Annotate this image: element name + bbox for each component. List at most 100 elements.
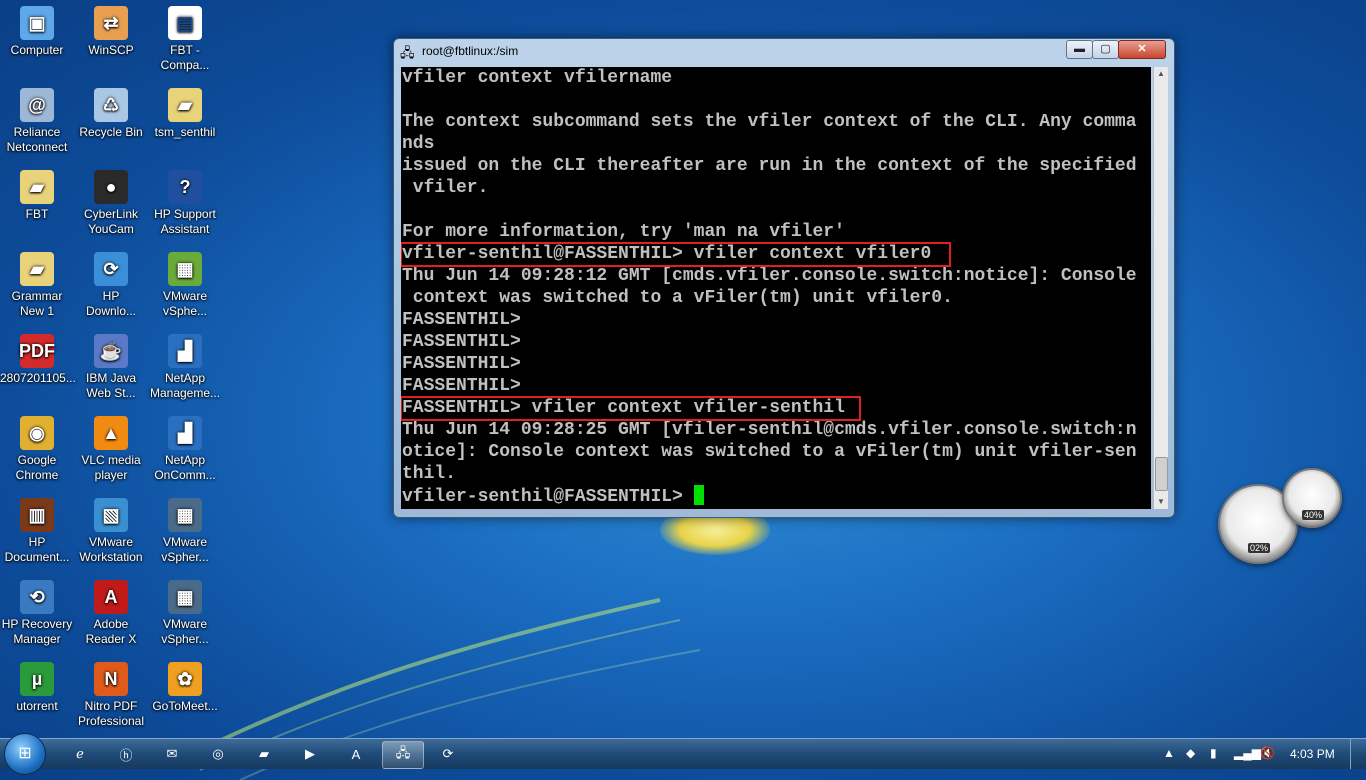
terminal-line: nds: [402, 134, 435, 154]
terminal-line: vfiler context vfilername: [402, 68, 673, 88]
desktop-icon[interactable]: N Nitro PDF Professional: [74, 662, 148, 729]
desktop-icon-glyph-icon: ▤: [168, 6, 202, 40]
terminal-line: Thu Jun 14 09:28:25 GMT [vfiler-senthil@…: [402, 420, 1137, 440]
terminal-line: Thu Jun 14 09:28:12 GMT [cmds.vfiler.con…: [402, 266, 1137, 286]
media-player-icon[interactable]: ▶: [290, 741, 330, 767]
clock[interactable]: 4:03 PM: [1290, 747, 1335, 761]
desktop-icon-glyph-icon: ◉: [20, 416, 54, 450]
desktop-icon[interactable]: ▟ NetApp Manageme...: [148, 334, 222, 401]
desktop-icon-glyph-icon: ▰: [20, 170, 54, 204]
desktop-icon-glyph-icon: A: [94, 580, 128, 614]
desktop-icon-label: NetApp OnComm...: [154, 453, 216, 482]
desktop-icon[interactable]: ● CyberLink YouCam: [74, 170, 148, 237]
desktop-icon[interactable]: ▦ VMware vSpher...: [148, 498, 222, 565]
desktop-icon-label: Google Chrome: [15, 453, 59, 482]
terminal-scrollbar[interactable]: ▲ ▼: [1153, 67, 1168, 509]
volume-muted-icon[interactable]: 🔇: [1260, 746, 1275, 760]
hp-icon[interactable]: ⓗ: [106, 741, 146, 767]
desktop-icon[interactable]: µ utorrent: [0, 662, 74, 714]
desktop-icon[interactable]: ♺ Recycle Bin: [74, 88, 148, 140]
desktop-icon[interactable]: ▣ Computer: [0, 6, 74, 58]
start-button[interactable]: ⊞: [4, 733, 46, 775]
scrollbar-thumb[interactable]: [1155, 457, 1168, 491]
terminal-line: issued on the CLI thereafter are run in …: [402, 156, 1137, 176]
window-title: root@fbtlinux:/sim: [422, 44, 519, 58]
media-icon[interactable]: ◎: [198, 741, 238, 767]
close-button[interactable]: ✕: [1118, 40, 1166, 59]
desktop-icon[interactable]: ☕ IBM Java Web St...: [74, 334, 148, 401]
desktop-icon[interactable]: @ Reliance Netconnect: [0, 88, 74, 155]
desktop-icon-glyph-icon: N: [94, 662, 128, 696]
desktop-icon-glyph-icon: ⇄: [94, 6, 128, 40]
desktop-icon-label: Computer: [10, 43, 64, 57]
desktop-icon-label: FBT - Compa...: [160, 43, 210, 72]
desktop-icon-glyph-icon: ▧: [94, 498, 128, 532]
signal-icon[interactable]: ▂▄▆: [1234, 746, 1261, 760]
device-tray-icon[interactable]: ▮: [1210, 746, 1217, 760]
desktop-icon-glyph-icon: ▦: [168, 580, 202, 614]
network-tray-icon[interactable]: ◆: [1186, 746, 1195, 760]
desktop-icon[interactable]: ▧ VMware Workstation: [74, 498, 148, 565]
memory-gauge: 40%: [1282, 468, 1342, 528]
desktop-icon-label: HP Document...: [4, 535, 70, 564]
desktop-icon-label: HP Downlo...: [85, 289, 137, 318]
putty-taskbar-icon[interactable]: 🖧: [382, 741, 424, 769]
terminal-line: The context subcommand sets the vfiler c…: [402, 112, 1137, 132]
desktop-icon[interactable]: PDF 2807201105...: [0, 334, 76, 386]
scroll-down-arrow-icon[interactable]: ▼: [1154, 495, 1168, 509]
desktop-icon[interactable]: ▥ HP Document...: [0, 498, 74, 565]
desktop-icon[interactable]: ▰ FBT: [0, 170, 74, 222]
desktop-icon[interactable]: ⇄ WinSCP: [74, 6, 148, 58]
terminal-output[interactable]: vfiler context vfilername The context su…: [401, 67, 1151, 509]
desktop-icon[interactable]: A Adobe Reader X: [74, 580, 148, 647]
terminal-line: FASSENTHIL>: [402, 310, 521, 330]
desktop-icon[interactable]: ▤ FBT - Compa...: [148, 6, 222, 73]
desktop-icon-label: VMware vSpher...: [161, 535, 209, 564]
desktop-icon-glyph-icon: ✿: [168, 662, 202, 696]
terminal-line: FASSENTHIL>: [402, 332, 521, 352]
desktop-icon[interactable]: ▲ VLC media player: [74, 416, 148, 483]
desktop-icon[interactable]: ⟲ HP Recovery Manager: [0, 580, 74, 647]
desktop-icon-label: NetApp Manageme...: [149, 371, 221, 400]
explorer-icon[interactable]: ▰: [244, 741, 284, 767]
show-hidden-icons-icon[interactable]: ▲: [1163, 746, 1175, 760]
desktop-icon[interactable]: ▰ Grammar New 1: [0, 252, 74, 319]
putty-icon: 🖧: [400, 45, 415, 60]
desktop-icon[interactable]: ▟ NetApp OnComm...: [148, 416, 222, 483]
scroll-up-arrow-icon[interactable]: ▲: [1154, 67, 1168, 81]
desktop-icon-label: Reliance Netconnect: [6, 125, 68, 154]
terminal-window[interactable]: 🖧 root@fbtlinux:/sim ▬ ▢ ✕ vfiler contex…: [393, 38, 1175, 518]
desktop-icon-glyph-icon: ⟳: [94, 252, 128, 286]
desktop-icon[interactable]: ⟳ HP Downlo...: [74, 252, 148, 319]
desktop-icon-label: CyberLink YouCam: [83, 207, 139, 236]
desktop-icon-label: utorrent: [16, 699, 58, 713]
desktop-icon-glyph-icon: ▟: [168, 416, 202, 450]
highlight-box-1: [401, 242, 951, 267]
desktop-icon-label: HP Recovery Manager: [1, 617, 73, 646]
desktop-icon[interactable]: ▰ tsm_senthil: [148, 88, 222, 140]
desktop-icon-glyph-icon: ♺: [94, 88, 128, 122]
remote-icon[interactable]: ⟳: [428, 741, 468, 767]
desktop-icon-label: Grammar New 1: [11, 289, 63, 318]
show-desktop-button[interactable]: [1350, 739, 1366, 769]
minimize-button[interactable]: ▬: [1066, 40, 1093, 59]
terminal-line: FASSENTHIL>: [402, 376, 521, 396]
maximize-button[interactable]: ▢: [1092, 40, 1119, 59]
window-titlebar[interactable]: 🖧 root@fbtlinux:/sim ▬ ▢ ✕: [394, 39, 1174, 65]
terminal-line: FASSENTHIL>: [402, 354, 521, 374]
terminal-text: vfiler context vfilername The context su…: [401, 67, 1151, 508]
desktop-icon[interactable]: ▦ VMware vSphe...: [148, 252, 222, 319]
desktop-icon-glyph-icon: @: [20, 88, 54, 122]
desktop-icon-label: VLC media player: [81, 453, 141, 482]
desktop-icon[interactable]: ✿ GoToMeet...: [148, 662, 222, 714]
pdf-icon[interactable]: A: [336, 741, 376, 767]
desktop-icon[interactable]: ▦ VMware vSpher...: [148, 580, 222, 647]
ie-icon[interactable]: ℯ: [60, 741, 100, 767]
desktop-icon-label: HP Support Assistant: [154, 207, 216, 236]
desktop-icon-glyph-icon: PDF: [19, 334, 55, 368]
desktop-icon[interactable]: ? HP Support Assistant: [148, 170, 222, 237]
desktop-icon-label: 2807201105...: [0, 371, 76, 385]
mail-icon[interactable]: ✉: [152, 741, 192, 767]
desktop-icon[interactable]: ◉ Google Chrome: [0, 416, 74, 483]
desktop-icon-glyph-icon: µ: [20, 662, 54, 696]
